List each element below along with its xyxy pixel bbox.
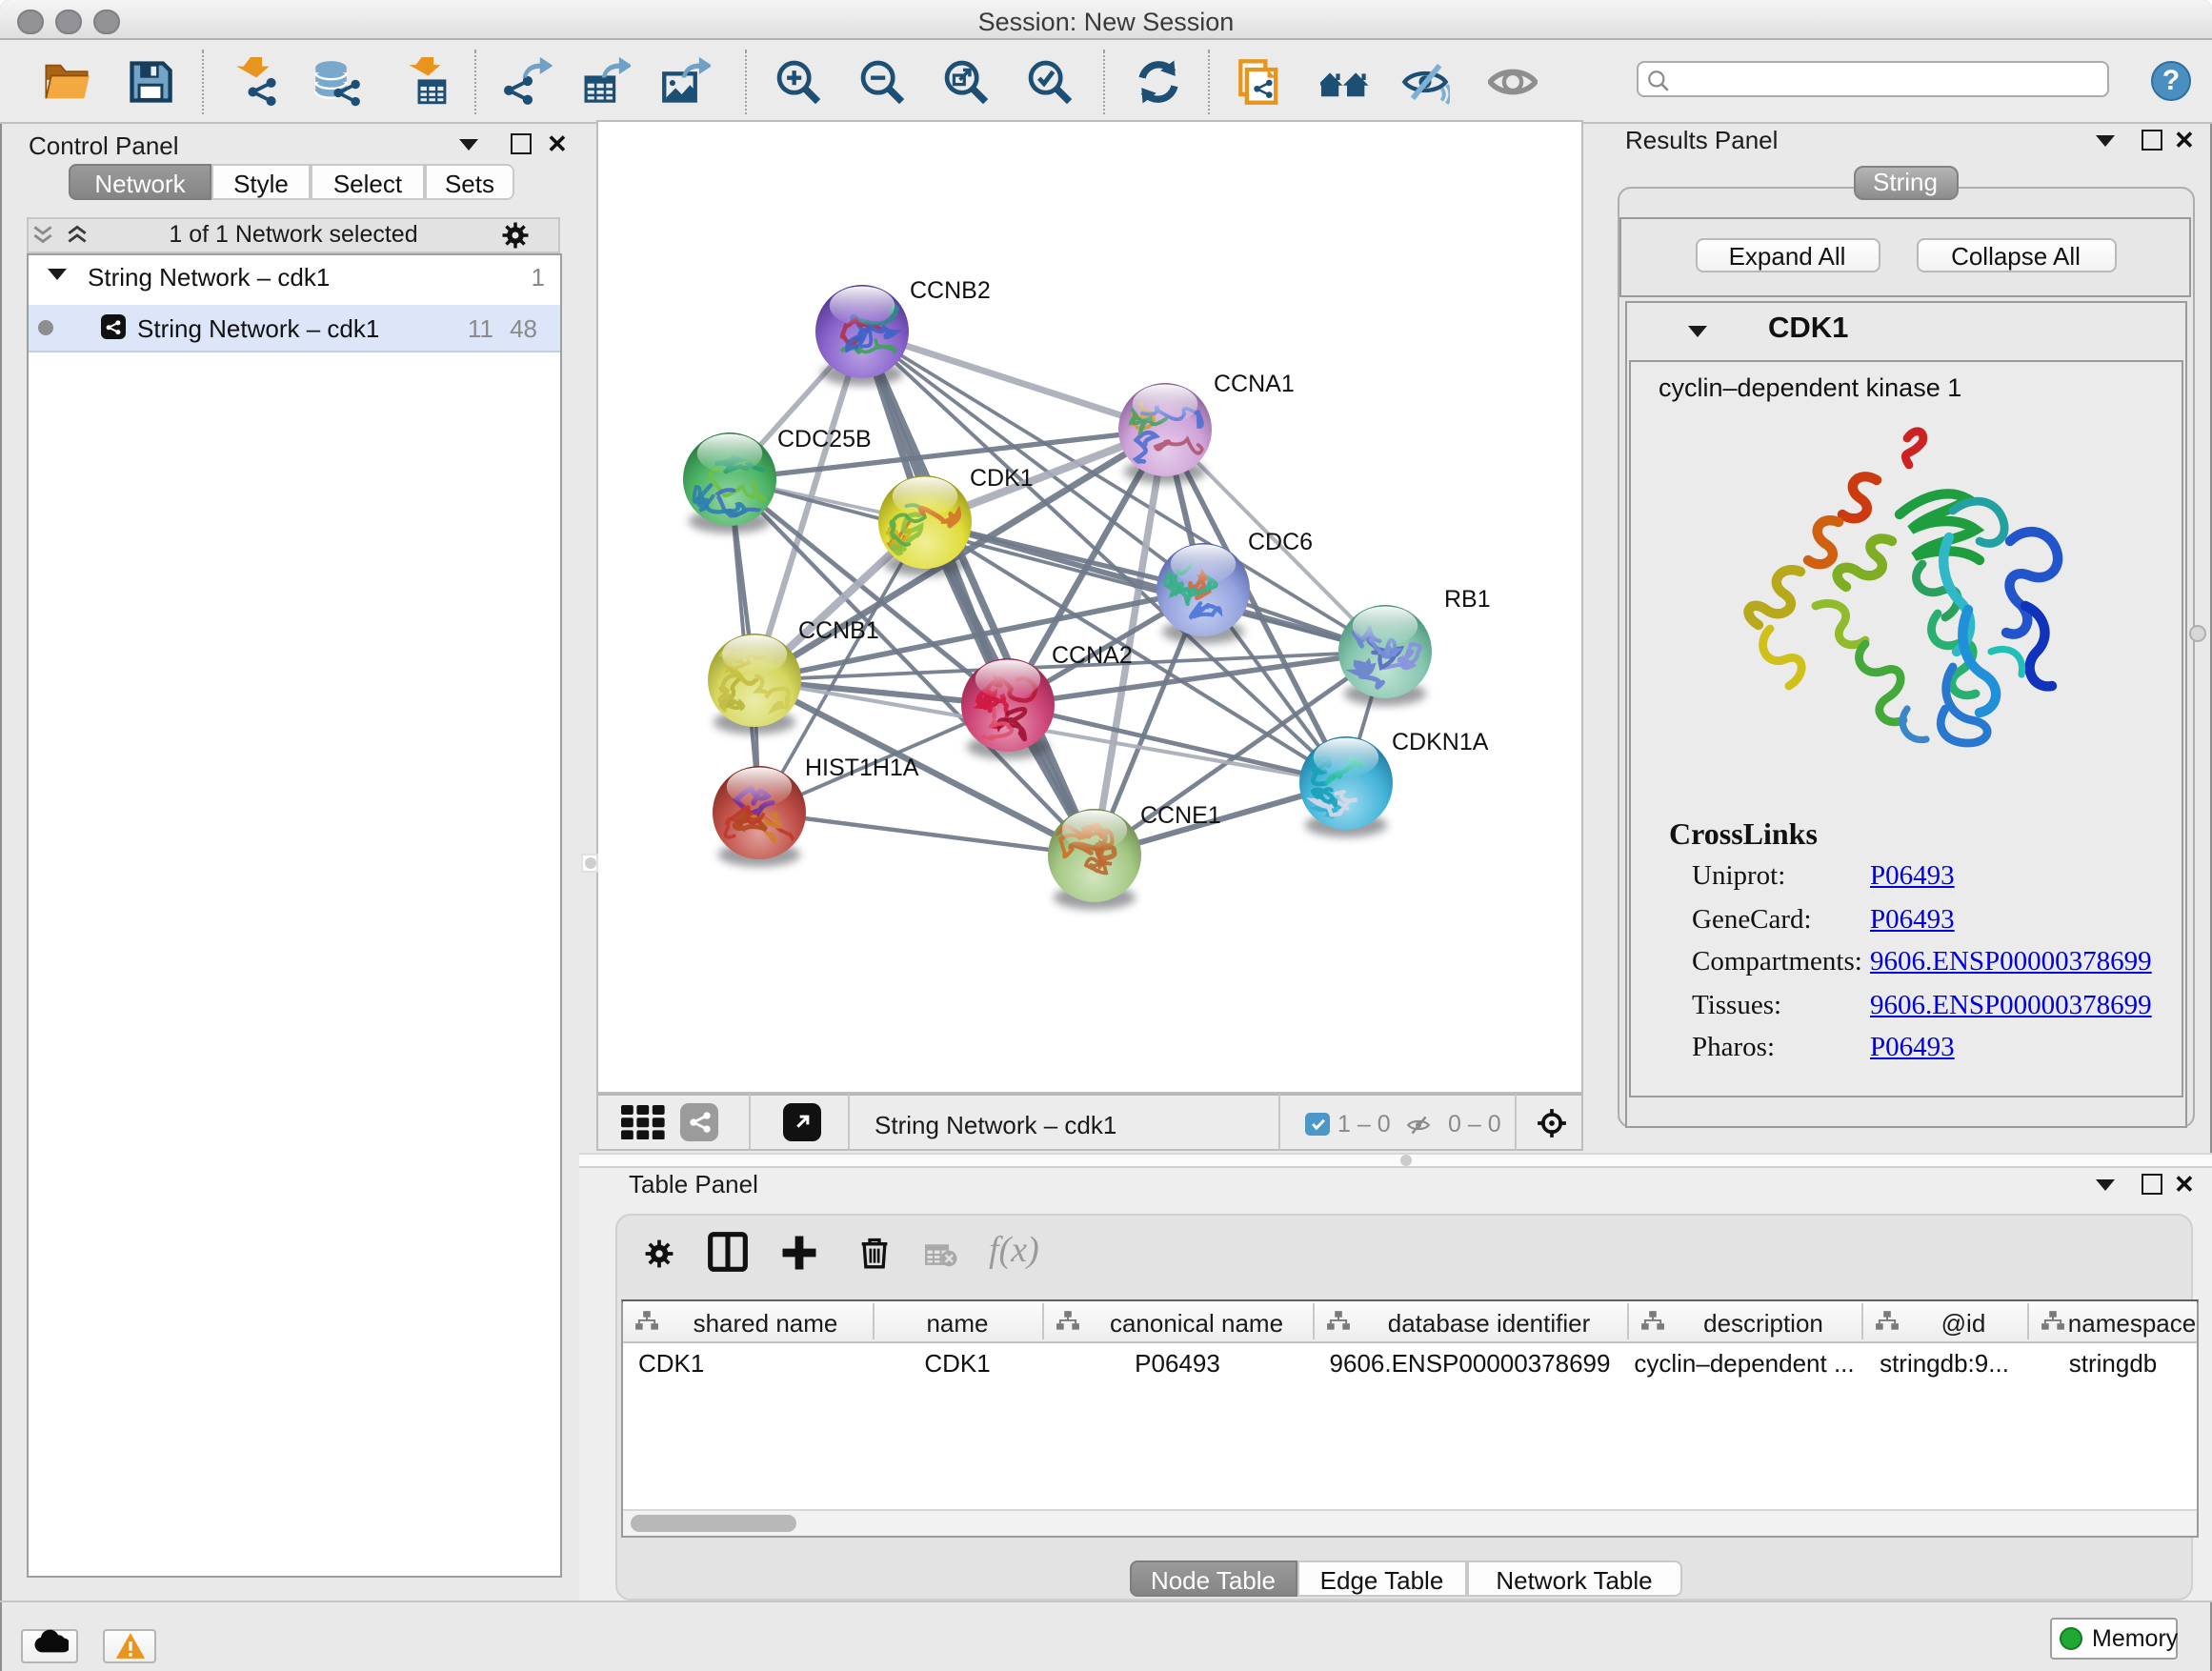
svg-text:CDC25B: CDC25B <box>777 426 872 453</box>
svg-text:HIST1H1A: HIST1H1A <box>805 755 919 781</box>
svg-text:CDKN1A: CDKN1A <box>1392 729 1489 755</box>
svg-text:CDC6: CDC6 <box>1248 529 1313 555</box>
svg-text:CCNB2: CCNB2 <box>910 277 991 304</box>
svg-text:CCNB1: CCNB1 <box>798 617 879 644</box>
svg-text:RB1: RB1 <box>1444 586 1491 613</box>
svg-text:CCNA1: CCNA1 <box>1214 371 1295 397</box>
svg-text:CCNA2: CCNA2 <box>1052 642 1133 669</box>
svg-text:CDK1: CDK1 <box>970 465 1034 492</box>
svg-text:CCNE1: CCNE1 <box>1140 802 1221 829</box>
